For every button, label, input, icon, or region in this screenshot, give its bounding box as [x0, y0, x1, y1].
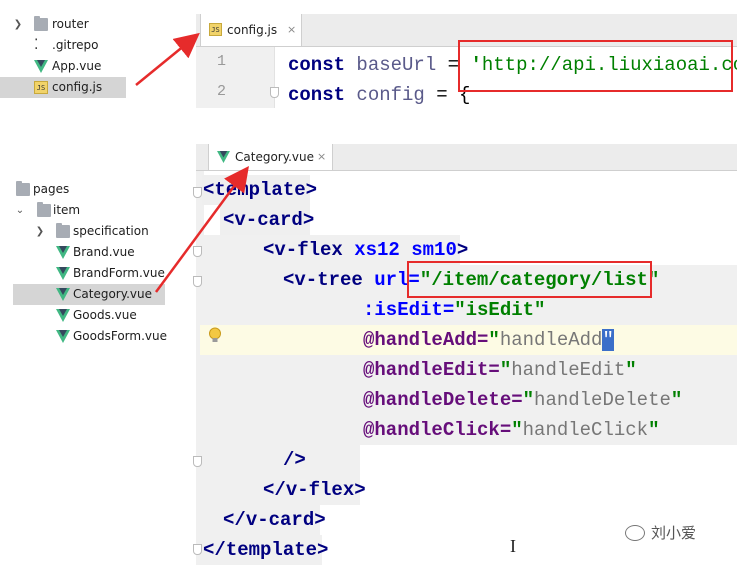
arrow-config-js [135, 32, 200, 86]
arrow-category-vue [154, 165, 249, 293]
annotation-arrows [135, 32, 249, 293]
watermark: 刘小爱 [625, 522, 696, 543]
mouse-ibeam-cursor-icon: I [510, 536, 516, 556]
watermark-text: 刘小爱 [651, 524, 697, 542]
wechat-icon [625, 525, 645, 541]
